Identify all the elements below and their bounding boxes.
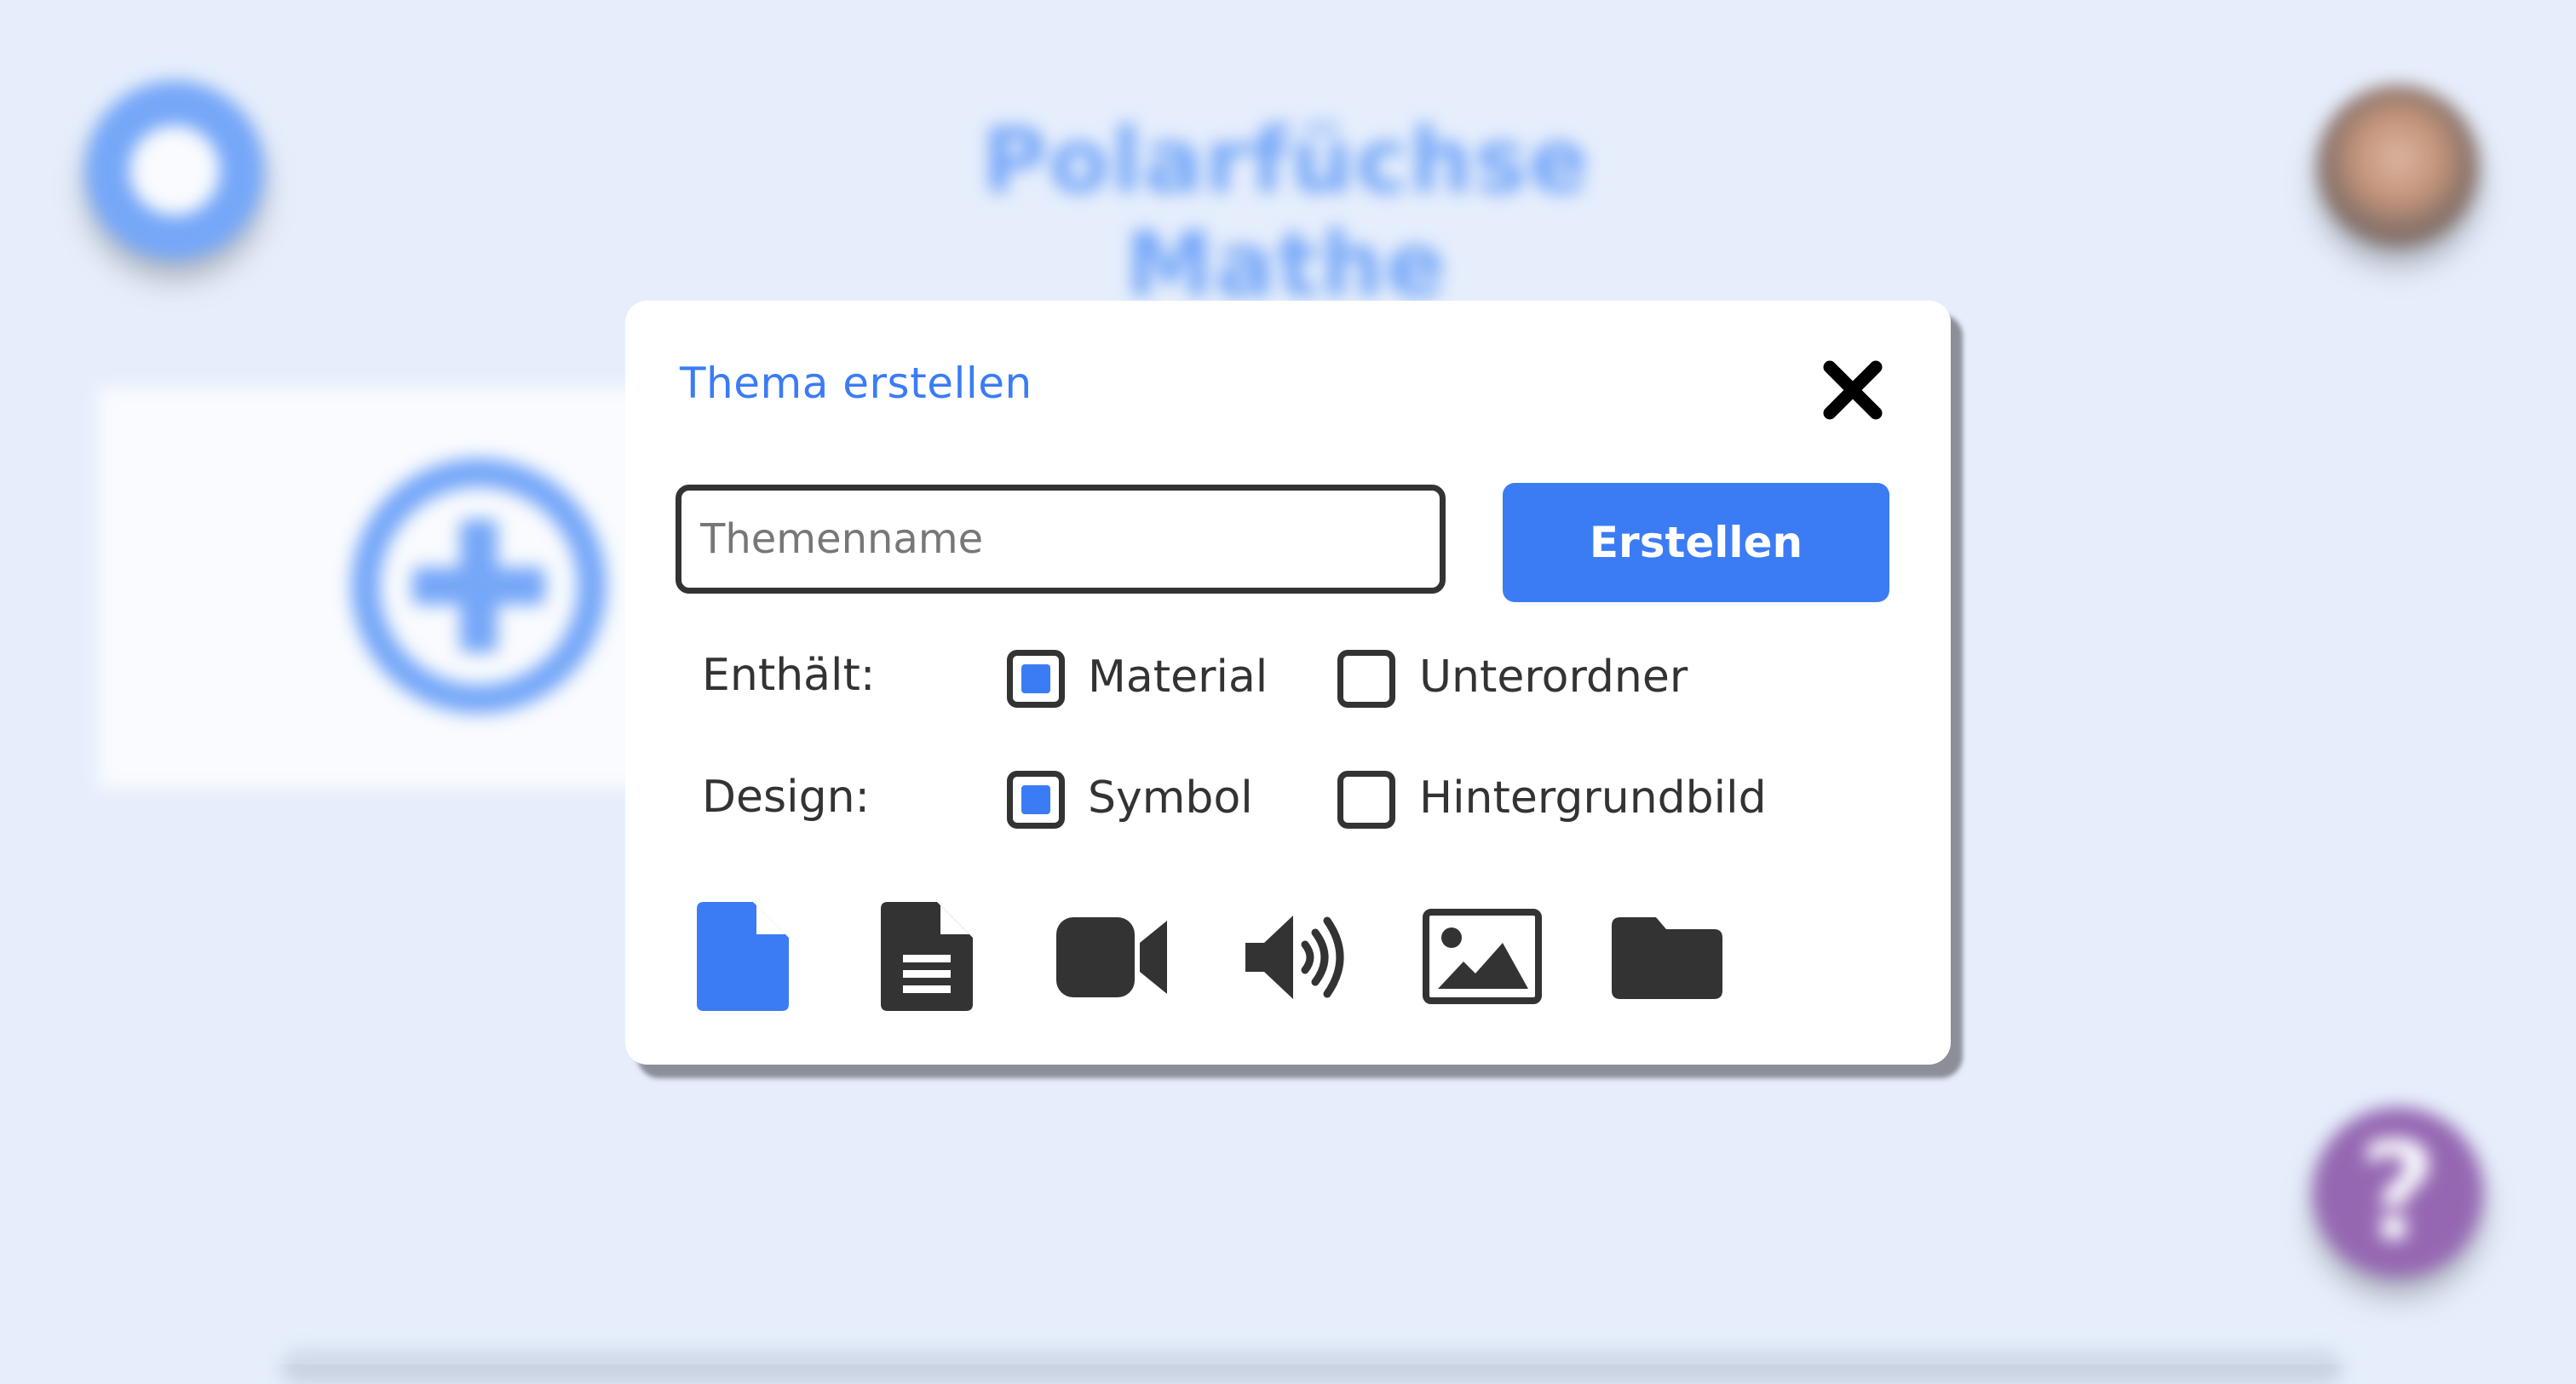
symbol-checkbox[interactable] (1007, 771, 1065, 829)
image-icon[interactable] (1423, 909, 1542, 1004)
symbol-label: Symbol (1088, 772, 1253, 824)
video-icon[interactable] (1056, 917, 1167, 997)
background-image-label: Hintergrundbild (1419, 772, 1767, 824)
folder-icon[interactable] (1612, 917, 1722, 999)
create-topic-dialog: Thema erstellen Erstellen Enthält: Mater… (625, 301, 1951, 1065)
subfolder-label: Unterordner (1419, 652, 1688, 703)
subfolder-checkbox[interactable] (1337, 650, 1395, 708)
dialog-title: Thema erstellen (680, 359, 1032, 408)
material-checkbox[interactable] (1007, 650, 1065, 708)
topic-name-input[interactable] (676, 485, 1446, 594)
close-button[interactable] (1820, 357, 1886, 423)
design-label: Design: (702, 772, 871, 823)
background-image-checkbox[interactable] (1337, 771, 1395, 829)
audio-icon[interactable] (1245, 912, 1351, 1002)
close-icon (1823, 360, 1883, 420)
material-label: Material (1088, 652, 1268, 703)
contains-label: Enthält: (702, 650, 876, 701)
file-icon[interactable] (697, 902, 789, 1011)
document-icon[interactable] (881, 902, 973, 1011)
create-button[interactable]: Erstellen (1503, 483, 1889, 602)
